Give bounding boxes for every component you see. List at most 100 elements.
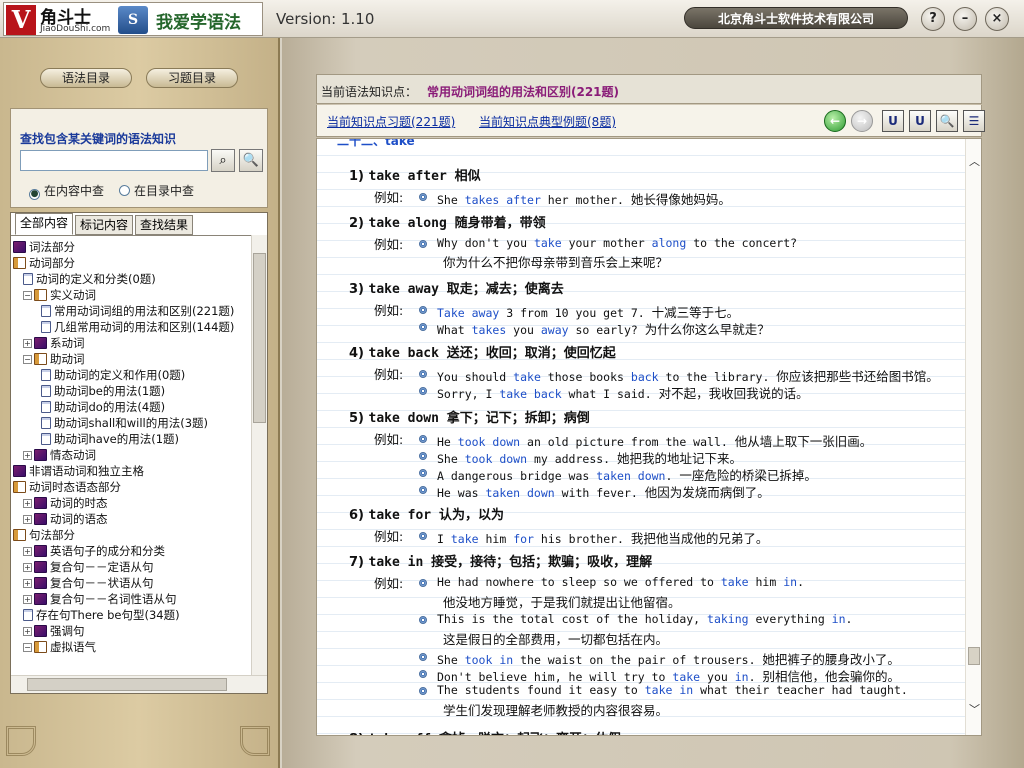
tree-item[interactable]: 助动词be的用法(1题) <box>41 383 165 399</box>
tree-item[interactable]: + 复合句－－名词性语从句 <box>23 591 177 607</box>
tab-all-content[interactable]: 全部内容 <box>15 213 74 235</box>
sentence-fragment: him <box>748 575 784 589</box>
radio-search-catalog[interactable]: 在目录中查 <box>119 182 194 199</box>
scroll-up-icon[interactable]: ︿ <box>969 153 980 169</box>
bullet-icon <box>419 469 427 477</box>
bullet-icon <box>419 193 427 201</box>
tree-item[interactable]: + 情态动词 <box>23 447 96 463</box>
tree-item[interactable]: − 助动词 <box>23 351 85 367</box>
search-page-icon: 🔍 <box>939 114 955 128</box>
translation: 十减三等于七。 <box>651 305 740 320</box>
brand-site: JiaoDouShi.com <box>40 24 111 34</box>
phrase-number: 1) <box>349 169 369 184</box>
tree-item[interactable]: 助动词的定义和作用(0题) <box>41 367 185 383</box>
tree-item-label: 动词部分 <box>29 256 75 270</box>
scroll-down-icon[interactable]: ﹀ <box>969 701 980 717</box>
close-button[interactable]: × <box>985 7 1009 31</box>
tree-item[interactable]: − 实义动词 <box>23 287 96 303</box>
search-button[interactable]: ⌕ <box>211 149 235 172</box>
expand-icon[interactable]: + <box>23 515 32 524</box>
tree-item[interactable]: 非谓语动词和独立主格 <box>13 463 144 479</box>
phrase-meaning: 拿掉，脱衣；起飞；离开；休假 <box>439 732 621 735</box>
tree-item[interactable]: 句法部分 <box>13 527 75 543</box>
version-label: Version: 1.10 <box>276 10 375 28</box>
highlighted-phrase: take <box>513 370 541 384</box>
scroll-thumb[interactable] <box>253 253 266 423</box>
tab-marked-content[interactable]: 标记内容 <box>75 215 134 235</box>
tree-item[interactable]: 动词的定义和分类(0题) <box>23 271 156 287</box>
remove-underline-button[interactable]: U <box>909 110 931 132</box>
expand-icon[interactable]: + <box>23 499 32 508</box>
collapse-icon[interactable]: − <box>23 291 32 300</box>
expand-icon[interactable]: + <box>23 547 32 556</box>
tree-item[interactable]: 存在句There be句型(34题) <box>23 607 180 623</box>
topic-exercises-link[interactable]: 当前知识点习题(221题) <box>327 113 455 130</box>
sentence-fragment: your mother <box>561 236 652 250</box>
book-icon <box>13 241 26 253</box>
tree-item[interactable]: + 复合句－－状语从句 <box>23 575 154 591</box>
tree-item[interactable]: + 动词的时态 <box>23 495 108 511</box>
book-icon <box>34 593 47 605</box>
tree-item[interactable]: 动词部分 <box>13 255 75 271</box>
magnifier-icon: 🔍 <box>242 153 260 168</box>
exercise-catalog-button[interactable]: 习题目录 <box>146 68 238 88</box>
tree-item[interactable]: − 虚拟语气 <box>23 639 96 655</box>
back-button[interactable]: ← <box>824 110 846 132</box>
tab-search-results[interactable]: 查找结果 <box>135 215 194 235</box>
tree-item[interactable]: + 系动词 <box>23 335 85 351</box>
sentence-fragment: This is the total cost of the holiday, <box>437 612 708 626</box>
expand-icon[interactable]: + <box>23 627 32 636</box>
help-button[interactable]: ? <box>921 7 945 31</box>
tree-item[interactable]: 助动词shall和will的用法(3题) <box>41 415 208 431</box>
tree-vertical-scrollbar[interactable] <box>251 235 267 675</box>
highlighted-phrase: took down <box>464 452 528 466</box>
tree-item[interactable]: 助动词do的用法(4题) <box>41 399 165 415</box>
tree-item-label: 虚拟语气 <box>50 640 96 654</box>
phrase-text: take down <box>368 411 447 426</box>
search-input[interactable] <box>20 150 208 171</box>
topic-examples-link[interactable]: 当前知识点典型例题(8题) <box>479 113 616 130</box>
outline-button[interactable]: ☰ <box>963 110 985 132</box>
tree-item[interactable]: 几组常用动词的用法和区别(144题) <box>41 319 234 335</box>
radio-checked-icon: ● <box>29 189 40 200</box>
scroll-thumb[interactable] <box>968 647 980 665</box>
translation: 她把裤子的腰身改小了。 <box>762 652 900 667</box>
radio-search-content[interactable]: ● 在内容中查 <box>29 182 104 200</box>
expand-icon[interactable]: + <box>23 451 32 460</box>
collapse-icon[interactable]: − <box>23 643 32 652</box>
bullet-icon <box>419 240 427 248</box>
tree-item[interactable]: + 英语句子的成分和分类 <box>23 543 165 559</box>
radio-unchecked-icon <box>119 185 130 196</box>
highlighted-phrase: takes after <box>464 193 541 207</box>
tree-horizontal-scrollbar[interactable] <box>11 675 267 693</box>
expand-icon[interactable]: + <box>23 339 32 348</box>
sentence-fragment: Sorry, I <box>437 387 500 401</box>
expand-icon[interactable]: + <box>23 595 32 604</box>
tree-item-label: 动词的时态 <box>50 496 108 510</box>
scroll-thumb[interactable] <box>27 678 227 691</box>
tree-item[interactable]: 常用动词词组的用法和区别(221题) <box>41 303 234 319</box>
tree-item-label: 实义动词 <box>50 288 96 302</box>
highlighted-phrase: take <box>672 670 701 684</box>
example-sentence: I take him for his brother. 我把他当成他的兄弟了。 <box>437 528 768 547</box>
expand-icon[interactable]: + <box>23 579 32 588</box>
content-scrollbar[interactable]: ︿ ﹀ <box>965 139 981 735</box>
grammar-catalog-button[interactable]: 语法目录 <box>40 68 132 88</box>
find-in-page-button[interactable]: 🔍 <box>936 110 958 132</box>
tree-item[interactable]: + 强调句 <box>23 623 85 639</box>
minimize-button[interactable]: – <box>953 7 977 31</box>
expand-icon[interactable]: + <box>23 563 32 572</box>
sentence-fragment: The students found it easy to <box>437 683 645 697</box>
find-button[interactable]: 🔍 <box>239 149 263 172</box>
tree-item[interactable]: 助动词have的用法(1题) <box>41 431 179 447</box>
tree-item[interactable]: + 复合句－－定语从句 <box>23 559 154 575</box>
current-topic-label: 当前语法知识点： <box>321 85 418 99</box>
tree-item[interactable]: + 动词的语态 <box>23 511 108 527</box>
phrase-meaning: 随身带着，带领 <box>454 216 546 231</box>
phrase-meaning: 相似 <box>454 169 481 184</box>
collapse-icon[interactable]: − <box>23 355 32 364</box>
tree-item[interactable]: 词法部分 <box>13 239 75 255</box>
forward-button[interactable]: → <box>851 110 873 132</box>
tree-item[interactable]: 动词时态语态部分 <box>13 479 121 495</box>
underline-button[interactable]: U <box>882 110 904 132</box>
